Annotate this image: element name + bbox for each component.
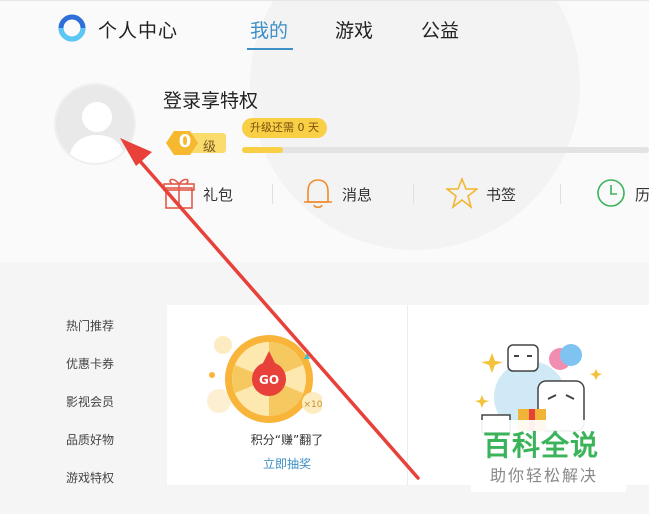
level-progress-bar bbox=[242, 147, 649, 153]
divider bbox=[413, 184, 414, 204]
watermark-logo: 百科全说 助你轻松解决 bbox=[471, 420, 626, 492]
draw-now-link[interactable]: 立即抽奖 bbox=[167, 455, 407, 472]
quick-link-bookmarks[interactable]: 书签 bbox=[446, 176, 526, 212]
quick-link-label: 书签 bbox=[486, 186, 517, 204]
watermark-sub-text: 助你轻松解决 bbox=[490, 466, 599, 485]
level-number: 0 bbox=[178, 131, 192, 152]
login-link[interactable]: 登录享特权 bbox=[163, 86, 258, 113]
level-label: 级 bbox=[203, 140, 217, 155]
sidebar-item-goods[interactable]: 品质好物 bbox=[66, 431, 114, 448]
sidebar-item-hot[interactable]: 热门推荐 bbox=[66, 317, 114, 334]
top-nav-bar: 个人中心 我的 游戏 公益 bbox=[0, 0, 649, 60]
quick-link-label: 消息 bbox=[342, 186, 373, 204]
page-title: 个人中心 bbox=[98, 20, 179, 42]
quick-link-label: 礼包 bbox=[203, 186, 234, 204]
sidebar-item-video-vip[interactable]: 影视会员 bbox=[66, 393, 114, 410]
level-progress-fill bbox=[242, 147, 283, 153]
default-user-icon bbox=[68, 102, 126, 163]
watermark-main-text: 百科全说 bbox=[483, 429, 600, 462]
go-label: GO bbox=[259, 373, 279, 387]
divider bbox=[560, 184, 561, 204]
quick-link-messages[interactable]: 消息 bbox=[302, 176, 382, 212]
star-icon bbox=[446, 176, 478, 210]
tab-games[interactable]: 游戏 bbox=[335, 16, 373, 43]
quick-link-gift[interactable]: 礼包 bbox=[163, 176, 243, 212]
level-badge-icon bbox=[166, 131, 226, 155]
upgrade-tip-badge: 升级还需 0 天 bbox=[242, 118, 327, 138]
clock-icon bbox=[597, 179, 625, 207]
sidebar: 热门推荐 优惠卡券 影视会员 品质好物 游戏特权 bbox=[0, 262, 165, 514]
lottery-title: 积分“赚”翻了 bbox=[250, 433, 324, 447]
multiplier-label: ×10 bbox=[304, 400, 323, 410]
tab-mine[interactable]: 我的 bbox=[250, 16, 288, 43]
browser-logo-icon[interactable] bbox=[58, 14, 86, 42]
active-tab-indicator bbox=[247, 48, 293, 50]
quick-link-history[interactable]: 历 bbox=[595, 176, 649, 212]
bell-icon bbox=[304, 179, 332, 209]
lottery-wheel-icon: GO ×10 bbox=[207, 335, 323, 423]
gift-icon bbox=[163, 178, 195, 209]
lottery-card[interactable]: GO ×10 积分“赚”翻了 立即抽奖 bbox=[167, 305, 407, 485]
quick-link-label: 历 bbox=[635, 186, 649, 204]
robot-mascot-icon bbox=[475, 344, 602, 434]
sidebar-item-coupons[interactable]: 优惠卡券 bbox=[66, 355, 114, 372]
sidebar-item-game-perks[interactable]: 游戏特权 bbox=[66, 469, 114, 486]
profile-header-area: 个人中心 我的 游戏 公益 登录享特权 0 级 升级还需 0 天 礼包 消息 书… bbox=[0, 0, 649, 262]
divider bbox=[272, 184, 273, 204]
tab-charity[interactable]: 公益 bbox=[421, 16, 459, 43]
avatar[interactable] bbox=[54, 83, 136, 165]
